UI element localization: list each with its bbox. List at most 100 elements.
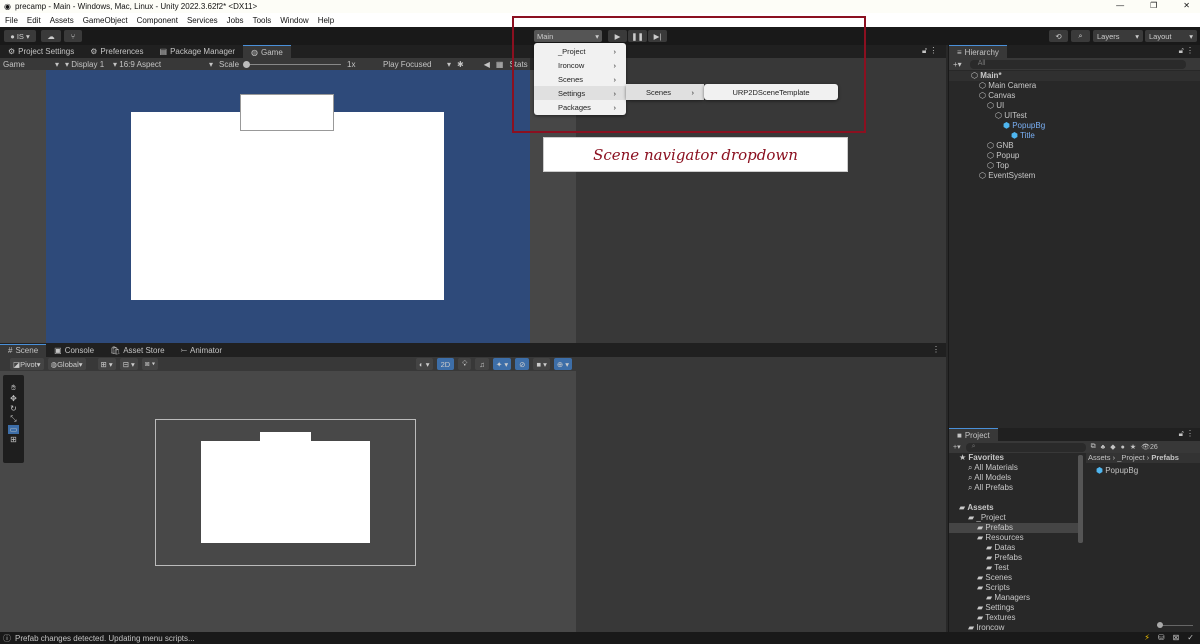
check-icon[interactable]: ✓: [1187, 633, 1194, 642]
tab-hierarchy[interactable]: ≡ Hierarchy: [949, 45, 1007, 58]
project-tree-item[interactable]: ▰ _Project: [949, 513, 1079, 523]
project-tree-item[interactable]: ▰ Scripts: [949, 583, 1079, 593]
hand-tool-icon[interactable]: ✋︎: [11, 383, 16, 393]
more-options-icon[interactable]: ⋮: [932, 345, 940, 354]
hierarchy-item[interactable]: ⬡ Top: [949, 161, 1200, 171]
star-icon[interactable]: ★: [1130, 443, 1136, 451]
play-focused-dropdown[interactable]: Play Focused ▾: [383, 60, 451, 69]
icon-size-slider[interactable]: [1157, 622, 1193, 628]
tag-icon[interactable]: ◆: [1110, 443, 1115, 451]
hierarchy-item[interactable]: ⬢ PopupBg: [949, 121, 1200, 131]
lock-icon[interactable]: 🔓︎ ⋮: [922, 46, 937, 56]
search-by-label-icon[interactable]: ♣: [1101, 444, 1106, 451]
menu-edit[interactable]: Edit: [27, 16, 41, 25]
menu-services[interactable]: Services: [187, 16, 218, 25]
close-button[interactable]: ✕: [1183, 1, 1190, 10]
lighting-toggle-icon[interactable]: 💡︎: [458, 358, 472, 370]
tab-preferences[interactable]: ⚙ Preferences: [82, 45, 151, 58]
add-button[interactable]: +▾: [953, 60, 962, 69]
hierarchy-item[interactable]: ⬢ Title: [949, 131, 1200, 141]
scale-slider[interactable]: [243, 60, 342, 68]
network-icon[interactable]: ⊠: [1173, 633, 1180, 642]
tab-asset-store[interactable]: 🛍︎ Asset Store: [102, 344, 173, 357]
menu-assets[interactable]: Assets: [50, 16, 74, 25]
rect-tool-icon[interactable]: ▭: [7, 425, 20, 434]
hierarchy-item[interactable]: ⬡ Main*: [949, 71, 1200, 81]
visibility-toggle-icon[interactable]: ⊘: [515, 358, 530, 370]
menu-tools[interactable]: Tools: [253, 16, 272, 25]
account-button[interactable]: ● IS ▾: [4, 30, 36, 42]
project-tree-item[interactable]: ▰ Assets: [949, 503, 1079, 513]
asset-item[interactable]: ⬢ PopupBg: [1096, 466, 1138, 475]
effects-dropdown[interactable]: ✦ ▾: [493, 358, 512, 370]
hierarchy-item[interactable]: ⬡ UITest: [949, 111, 1200, 121]
menu-jobs[interactable]: Jobs: [227, 16, 244, 25]
audio-toggle-icon[interactable]: ♫: [475, 358, 490, 370]
history-button[interactable]: ⟲: [1049, 30, 1068, 42]
aspect-dropdown[interactable]: ▾ 16:9 Aspect ▾: [113, 60, 213, 69]
layout-dropdown[interactable]: Layout ▾: [1145, 30, 1197, 42]
search-by-type-icon[interactable]: ⧉: [1091, 443, 1096, 451]
hierarchy-item[interactable]: ⬡ GNB: [949, 141, 1200, 151]
hierarchy-item[interactable]: ⬡ Canvas: [949, 91, 1200, 101]
hidden-packages-count[interactable]: 👁︎26: [1141, 443, 1158, 451]
increment-snap-dropdown[interactable]: ⊟ ▾: [119, 358, 138, 370]
warning-icon[interactable]: ●: [1121, 444, 1125, 451]
maximize-button[interactable]: ❐: [1150, 1, 1157, 10]
align-dropdown[interactable]: ⧈ ▾: [141, 358, 159, 370]
pivot-dropdown[interactable]: ◪ Pivot ▾: [10, 358, 44, 370]
project-tree-item[interactable]: ▰ Resources: [949, 533, 1079, 543]
hierarchy-item[interactable]: ⬡ EventSystem: [949, 171, 1200, 181]
shading-mode-dropdown[interactable]: ◐ ▾: [416, 358, 433, 370]
project-tree-item[interactable]: ▰ Scenes: [949, 573, 1079, 583]
hierarchy-item[interactable]: ⬡ UI: [949, 101, 1200, 111]
lock-icon[interactable]: 🔓︎ ⋮: [1179, 46, 1194, 56]
search-button[interactable]: ⌕: [1071, 30, 1090, 42]
project-tree-item[interactable]: ▰ Datas: [949, 543, 1079, 553]
tab-console[interactable]: ▣ Console: [46, 344, 102, 357]
camera-dropdown[interactable]: ■ ▾: [533, 358, 550, 370]
tree-scrollbar[interactable]: [1078, 455, 1083, 543]
cache-server-icon[interactable]: ⛁: [1158, 633, 1165, 642]
add-button[interactable]: +▾: [953, 443, 961, 451]
tab-game[interactable]: ◍ Game: [243, 45, 291, 58]
project-tree-item[interactable]: ▰ Test: [949, 563, 1079, 573]
minimize-button[interactable]: —: [1116, 1, 1124, 10]
menu-component[interactable]: Component: [137, 16, 178, 25]
hierarchy-item[interactable]: ⬡ Main Camera: [949, 81, 1200, 91]
project-tree-item[interactable]: ⌕ All Materials: [949, 463, 1079, 473]
layers-dropdown[interactable]: Layers ▾: [1093, 30, 1143, 42]
grid-snap-dropdown[interactable]: ⊞ ▾: [97, 358, 116, 370]
game-view[interactable]: [0, 70, 576, 343]
menu-window[interactable]: Window: [280, 16, 308, 25]
game-view-dropdown[interactable]: Game ▾: [3, 60, 59, 69]
menu-file[interactable]: File: [5, 16, 18, 25]
hierarchy-item[interactable]: ⬡ Popup: [949, 151, 1200, 161]
project-tree-item[interactable]: ▰ Managers: [949, 593, 1079, 603]
project-tree-item[interactable]: [949, 493, 1079, 503]
2d-toggle[interactable]: 2D: [436, 358, 455, 370]
project-tree-item[interactable]: ▰ Settings: [949, 603, 1079, 613]
tab-scene[interactable]: # Scene: [0, 343, 47, 357]
display-dropdown[interactable]: ▾ Display 1: [65, 60, 107, 69]
project-tree-item[interactable]: ▰ Prefabs: [949, 523, 1079, 533]
gizmos-grid-icon[interactable]: ▦: [496, 60, 504, 69]
project-tree-item[interactable]: ▰ Textures: [949, 613, 1079, 623]
transform-tool-icon[interactable]: ⊞: [10, 435, 17, 444]
mute-audio-icon[interactable]: ◀: [484, 60, 490, 69]
move-tool-icon[interactable]: ✥: [10, 394, 17, 403]
project-tree-item[interactable]: ⌕ All Models: [949, 473, 1079, 483]
lock-icon[interactable]: 🔓︎ ⋮: [1179, 429, 1194, 439]
cloud-button[interactable]: ☁: [41, 30, 61, 42]
project-tree-item[interactable]: ★ Favorites: [949, 453, 1079, 463]
version-control-button[interactable]: ⑂: [64, 30, 82, 42]
tab-package-manager[interactable]: ▤ Package Manager: [152, 45, 244, 58]
bug-icon[interactable]: ✱: [457, 60, 464, 69]
global-dropdown[interactable]: ◍ Global ▾: [47, 358, 86, 370]
gizmos-dropdown[interactable]: ⊕ ▾: [553, 358, 572, 370]
project-tree-item[interactable]: ▰ Prefabs: [949, 553, 1079, 563]
menu-gameobject[interactable]: GameObject: [83, 16, 128, 25]
project-tree-item[interactable]: ⌕ All Prefabs: [949, 483, 1079, 493]
project-search-input[interactable]: ⌕: [965, 442, 1086, 452]
scene-view[interactable]: ✋︎ ✥ ↻ ⤡ ▭ ⊞: [0, 371, 576, 632]
